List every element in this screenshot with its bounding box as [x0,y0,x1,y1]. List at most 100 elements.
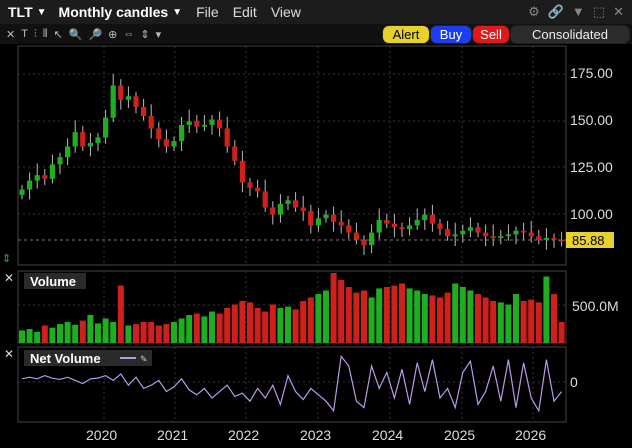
candle-body [156,128,162,140]
candle-body [308,211,314,226]
volume-bar [277,308,284,343]
volume-bar [87,315,94,343]
candle-body [262,191,268,208]
candle-body [490,236,496,238]
candle-body [72,132,78,147]
candle-body [528,232,534,237]
candle-body [224,128,230,147]
x-tick: 2024 [372,427,403,443]
volume-bar [452,283,459,343]
candle-body [217,119,223,129]
volume-bar [345,287,352,343]
last-price-label: 85.88 [572,233,605,248]
volume-bar [391,285,398,343]
volume-y-tick: 500.0M [572,298,619,314]
volume-bar [421,294,428,343]
candle-body [399,227,405,230]
candle-body [536,236,542,240]
volume-bar [41,325,48,343]
volume-bar [505,304,512,343]
volume-bar [437,297,443,343]
candle-body [429,214,435,224]
candle-body [179,124,185,142]
chart-canvas[interactable]: 85.88 175.00 150.00 125.00 100.00 ✕ Volu… [0,0,632,448]
volume-bar [338,280,345,343]
y-tick: 175.00 [570,65,613,81]
volume-bar [490,301,497,343]
volume-bar [300,301,307,343]
volume-bar [368,297,375,343]
candle-body [361,239,367,246]
candle-body [315,218,321,226]
candle-body [148,115,154,129]
candle-body [452,234,458,237]
candle-body [118,85,124,100]
candle-body [141,106,147,116]
candle-body [422,214,428,221]
candle-body [407,225,413,230]
volume-bar [269,304,276,343]
volume-bar [224,308,231,343]
close-icon[interactable]: ✕ [4,347,14,361]
candle-body [239,160,245,183]
candle-body [255,187,261,192]
close-icon[interactable]: ✕ [4,271,14,285]
candles [19,73,565,256]
volume-bar [414,290,421,343]
volume-bar [34,331,41,343]
candle-body [95,137,101,143]
candle-body [353,232,359,240]
candle-body [300,207,306,212]
candle-body [460,230,466,235]
candle-body [285,200,291,204]
x-axis: 2020 2021 2022 2023 2024 2025 2026 [86,427,546,443]
candle-body [338,221,344,226]
candle-body [201,124,207,127]
volume-bar [558,322,565,343]
volume-bar [285,306,291,343]
candle-body [42,175,48,179]
volume-bar [482,297,489,343]
volume-bar [475,294,481,343]
volume-bar [64,322,71,343]
x-tick: 2023 [300,427,331,443]
volume-bar [551,294,557,343]
volume-bar [520,301,527,343]
x-tick: 2022 [228,427,259,443]
volume-bar [133,324,139,343]
price-panel-border [17,45,567,266]
volume-title: Volume [30,274,76,289]
x-tick: 2026 [515,427,546,443]
candle-body [277,203,283,215]
candle-body [87,142,93,147]
net-volume-y-tick: 0 [570,374,578,390]
edit-icon[interactable]: ✎ [140,354,148,364]
candle-body [467,227,473,231]
x-tick: 2021 [157,427,188,443]
x-tick: 2020 [86,427,117,443]
volume-bar [497,302,504,343]
volume-bar [429,295,436,343]
candle-body [270,207,276,215]
candle-body [513,230,519,235]
volume-bar [292,309,299,343]
candle-body [414,220,420,226]
volume-bar [178,318,185,343]
anchor-icon[interactable]: ⇕ [2,253,11,265]
candle-body [49,164,55,179]
volume-bar [535,302,542,343]
volume-bar [528,299,535,343]
candle-body [391,223,397,228]
volume-bar [307,297,314,343]
volume-bar [376,288,383,343]
candle-body [194,121,200,127]
volume-bar [323,290,329,343]
volume-bar [72,324,79,343]
volume-bar [467,290,474,343]
candle-body [232,146,238,161]
volume-bar [459,287,466,343]
volume-bar [444,292,451,343]
candle-body [445,229,451,237]
candle-body [103,117,109,138]
candle-body [27,180,33,190]
